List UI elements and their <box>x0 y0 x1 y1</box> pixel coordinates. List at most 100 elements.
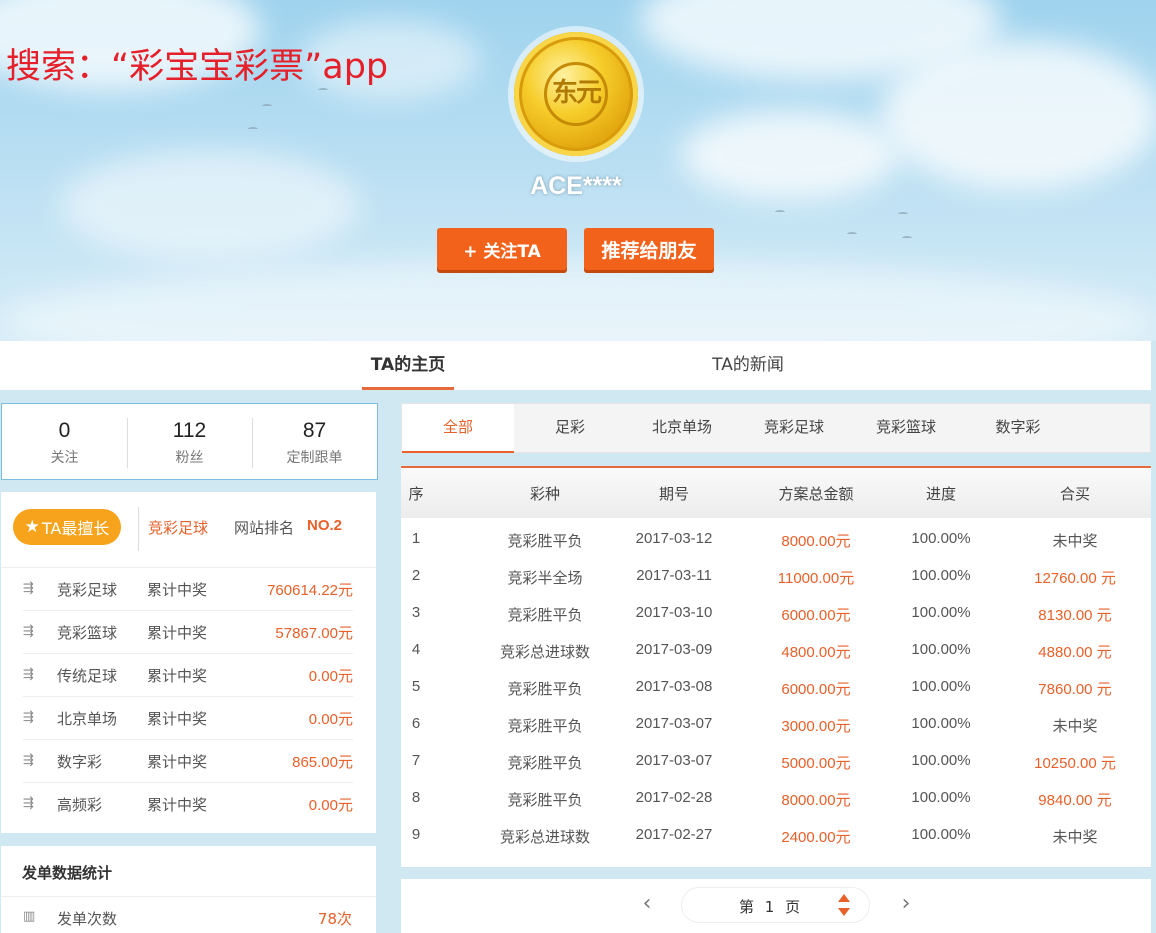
issue-date: 2017-03-10 <box>635 604 713 621</box>
specialty-badge-label: TA最擅长 <box>41 519 110 538</box>
specialty-category: 竞彩足球 <box>148 519 209 537</box>
stat-fans[interactable]: 112 粉丝 <box>127 404 252 479</box>
subtab-all[interactable]: 全部 <box>402 404 514 453</box>
column-header: 进度 <box>925 485 956 503</box>
prize-category: 传统足球 <box>57 667 118 685</box>
plan-amount: 5000.00元 <box>781 755 851 772</box>
prize-label: 累计中奖 <box>147 753 208 771</box>
recommend-button[interactable]: 推荐给朋友 <box>584 228 714 270</box>
ticket-icon: ⇶ <box>23 796 34 811</box>
divider <box>138 507 139 551</box>
chevron-left-icon[interactable]: ‹ <box>637 893 657 915</box>
plan-amount: 8000.00元 <box>781 533 851 550</box>
tab-news[interactable]: TA的新闻 <box>700 341 796 390</box>
subtab-jc-basketball[interactable]: 竞彩篮球 <box>850 404 962 453</box>
lottery-type: 竞彩胜平负 <box>507 717 583 735</box>
plan-amount: 6000.00元 <box>781 607 851 624</box>
table-row[interactable]: 9 竞彩总进球数 2017-02-27 2400.00元 100.00% 未中奖 <box>401 816 1151 853</box>
group-buy-result: 未中奖 <box>1052 532 1098 550</box>
progress: 100.00% <box>911 567 971 584</box>
caret-down-icon[interactable] <box>838 908 850 916</box>
cloud-decoration <box>680 110 900 200</box>
divider <box>1 896 376 897</box>
plan-amount: 6000.00元 <box>781 681 851 698</box>
group-buy-result: 10250.00 元 <box>1034 755 1116 772</box>
rank-value: NO.2 <box>307 517 343 534</box>
prize-amount: 57867.00元 <box>275 625 353 642</box>
stat-custom-follow[interactable]: 87 定制跟单 <box>252 404 377 479</box>
cloud-decoration <box>880 40 1156 190</box>
promo-text: 搜索：“彩宝宝彩票”app <box>6 47 389 87</box>
bird-decoration <box>262 104 272 108</box>
issue-date: 2017-03-07 <box>635 715 713 732</box>
stat-value: 87 <box>302 419 327 442</box>
column-header: 方案总金额 <box>778 485 854 503</box>
prize-row: ⇶ 高频彩 累计中奖 0.00元 <box>23 783 353 826</box>
table-row[interactable]: 1 竞彩胜平负 2017-03-12 8000.00元 100.00% 未中奖 <box>401 520 1151 557</box>
table-row[interactable]: 3 竞彩胜平负 2017-03-10 6000.00元 100.00% 8130… <box>401 594 1151 631</box>
row-number: 3 <box>411 604 421 621</box>
table-row[interactable]: 8 竞彩胜平负 2017-02-28 8000.00元 100.00% 9840… <box>401 779 1151 816</box>
subtab-digital[interactable]: 数字彩 <box>962 404 1074 453</box>
subtab-beijing-single[interactable]: 北京单场 <box>626 404 738 453</box>
prize-label: 累计中奖 <box>147 667 208 685</box>
cloud-decoration <box>60 150 360 260</box>
chevron-right-icon[interactable]: › <box>896 893 916 915</box>
subtab-football-lottery[interactable]: 足彩 <box>514 404 626 453</box>
page-spinner-icon[interactable] <box>837 894 851 918</box>
group-buy-result: 9840.00 元 <box>1038 792 1112 809</box>
lottery-type: 竞彩胜平负 <box>507 532 583 550</box>
column-header: 合买 <box>1059 485 1090 503</box>
prize-amount: 865.00元 <box>292 754 353 771</box>
stat-value: 0 <box>58 419 71 442</box>
prize-row: ⇶ 竞彩篮球 累计中奖 57867.00元 <box>23 611 353 654</box>
ticket-icon: ⇶ <box>23 667 34 682</box>
row-number: 1 <box>411 530 421 547</box>
bird-decoration <box>898 212 908 216</box>
lottery-type: 竞彩胜平负 <box>507 606 583 624</box>
follow-stats: 0 关注 112 粉丝 87 定制跟单 <box>1 403 378 480</box>
prize-label: 累计中奖 <box>147 796 208 814</box>
table-row[interactable]: 7 竞彩胜平负 2017-03-07 5000.00元 100.00% 1025… <box>401 742 1151 779</box>
subtab-jc-football[interactable]: 竞彩足球 <box>738 404 850 453</box>
progress: 100.00% <box>911 826 971 843</box>
stat-label: 粉丝 <box>175 450 204 466</box>
caret-up-icon[interactable] <box>838 894 850 902</box>
prize-category: 北京单场 <box>57 710 118 728</box>
bird-decoration <box>248 127 258 131</box>
issue-date: 2017-03-11 <box>636 567 712 584</box>
group-buy-result: 未中奖 <box>1052 828 1098 846</box>
send-stats-panel: 发单数据统计 ▥ 发单次数 78次 <box>1 846 376 933</box>
table-row[interactable]: 4 竞彩总进球数 2017-03-09 4800.00元 100.00% 488… <box>401 631 1151 668</box>
prize-label: 累计中奖 <box>147 624 208 642</box>
row-number: 2 <box>411 567 421 584</box>
progress: 100.00% <box>911 641 971 658</box>
ticket-icon: ⇶ <box>23 710 34 725</box>
tab-home[interactable]: TA的主页 <box>362 341 454 390</box>
prize-amount: 760614.22元 <box>267 582 353 599</box>
stat-following[interactable]: 0 关注 <box>2 404 127 479</box>
records-table: 序 彩种 期号 方案总金额 进度 合买 1 竞彩胜平负 2017-03-12 8… <box>401 466 1151 867</box>
column-header: 彩种 <box>529 485 560 503</box>
row-number: 5 <box>411 678 421 695</box>
follow-button[interactable]: + 关注TA <box>437 228 567 270</box>
table-row[interactable]: 2 竞彩半全场 2017-03-11 11000.00元 100.00% 127… <box>401 557 1151 594</box>
lottery-type: 竞彩胜平负 <box>507 680 583 698</box>
table-row[interactable]: 6 竞彩胜平负 2017-03-07 3000.00元 100.00% 未中奖 <box>401 705 1151 742</box>
row-number: 6 <box>411 715 421 732</box>
page-selector[interactable]: 第 1 页 <box>681 887 870 923</box>
prize-category: 数字彩 <box>57 753 103 771</box>
page-indicator: 第 1 页 <box>739 898 801 916</box>
table-row[interactable]: 5 竞彩胜平负 2017-03-08 6000.00元 100.00% 7860… <box>401 668 1151 705</box>
table-header: 序 彩种 期号 方案总金额 进度 合买 <box>401 468 1151 518</box>
progress: 100.00% <box>911 678 971 695</box>
prize-category: 竞彩篮球 <box>57 624 118 642</box>
specialty-badge: ★ TA最擅长 <box>13 509 121 545</box>
row-number: 8 <box>411 789 421 806</box>
prize-row: ⇶ 传统足球 累计中奖 0.00元 <box>23 654 353 697</box>
lottery-type: 竞彩胜平负 <box>507 754 583 772</box>
column-header: 期号 <box>658 485 689 503</box>
stat-label: 定制跟单 <box>286 450 343 466</box>
ticket-icon: ⇶ <box>23 624 34 639</box>
progress: 100.00% <box>911 789 971 806</box>
